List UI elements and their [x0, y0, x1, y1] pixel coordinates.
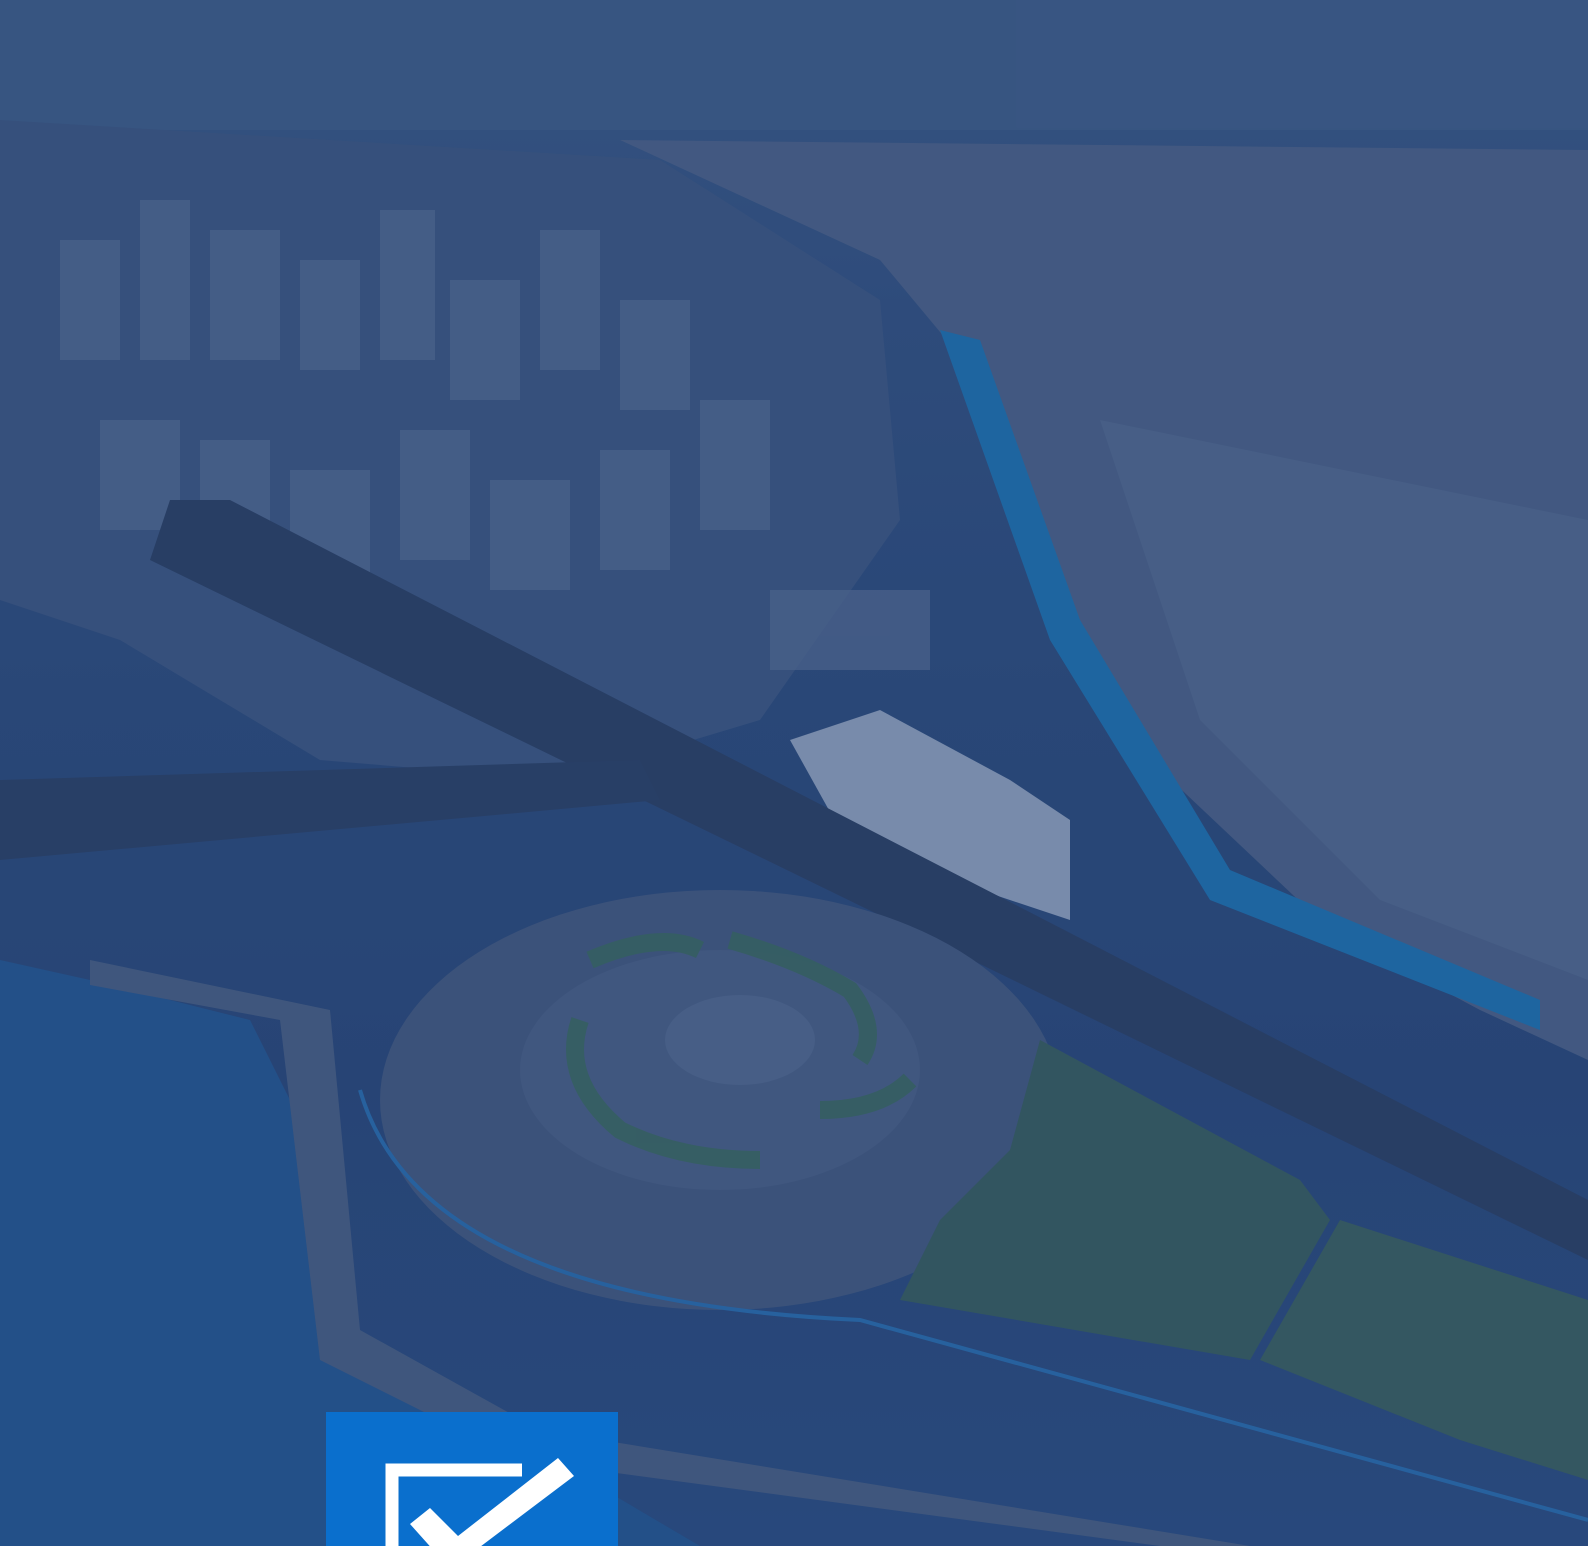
checkbox-check-icon	[385, 1458, 574, 1546]
aerial-city-photo	[0, 0, 1588, 1546]
brand-badge	[326, 1412, 618, 1546]
hero-section	[0, 0, 1588, 1546]
